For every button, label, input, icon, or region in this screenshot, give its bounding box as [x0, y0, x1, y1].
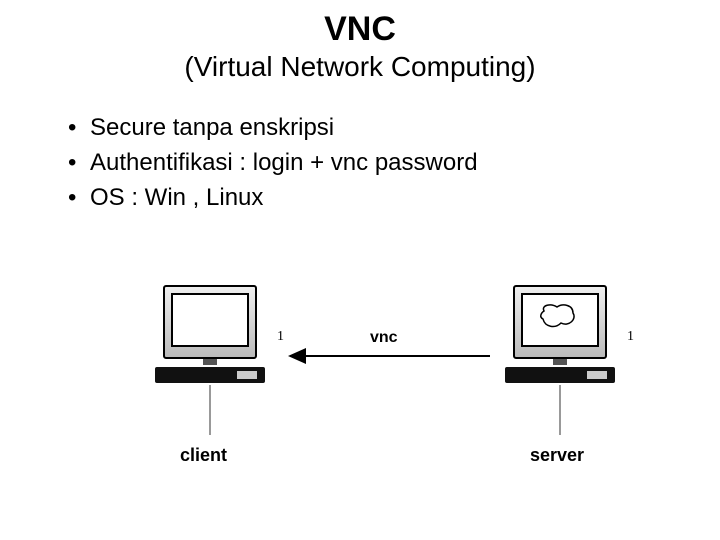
client-computer-icon: 1	[150, 285, 270, 435]
cable-icon	[559, 385, 561, 435]
side-marker: 1	[627, 329, 634, 345]
monitor-icon	[513, 285, 607, 359]
monitor-neck-icon	[553, 359, 567, 365]
slide-subtitle: (Virtual Network Computing)	[0, 51, 720, 83]
screen-icon	[171, 293, 249, 347]
monitor-icon	[163, 285, 257, 359]
server-computer-icon: 1	[500, 285, 620, 435]
server-label: server	[530, 445, 584, 466]
diagram: 1 1 vnc client server	[0, 285, 720, 485]
bullet-item: OS : Win , Linux	[68, 181, 720, 216]
bullet-list: Secure tanpa enskripsi Authentifikasi : …	[28, 111, 720, 215]
client-label: client	[180, 445, 227, 466]
desktop-unit-icon	[505, 367, 615, 383]
slide-title: VNC	[0, 0, 720, 49]
arrow-label: vnc	[370, 329, 398, 347]
cable-icon	[209, 385, 211, 435]
slide: VNC (Virtual Network Computing) Secure t…	[0, 0, 720, 540]
screen-icon	[521, 293, 599, 347]
bullet-item: Authentifikasi : login + vnc password	[68, 146, 720, 181]
desktop-unit-icon	[155, 367, 265, 383]
arrow-left-icon	[290, 355, 490, 357]
side-marker: 1	[277, 329, 284, 345]
bullet-item: Secure tanpa enskripsi	[68, 111, 720, 146]
monitor-neck-icon	[203, 359, 217, 365]
screen-content-icon	[539, 301, 579, 331]
